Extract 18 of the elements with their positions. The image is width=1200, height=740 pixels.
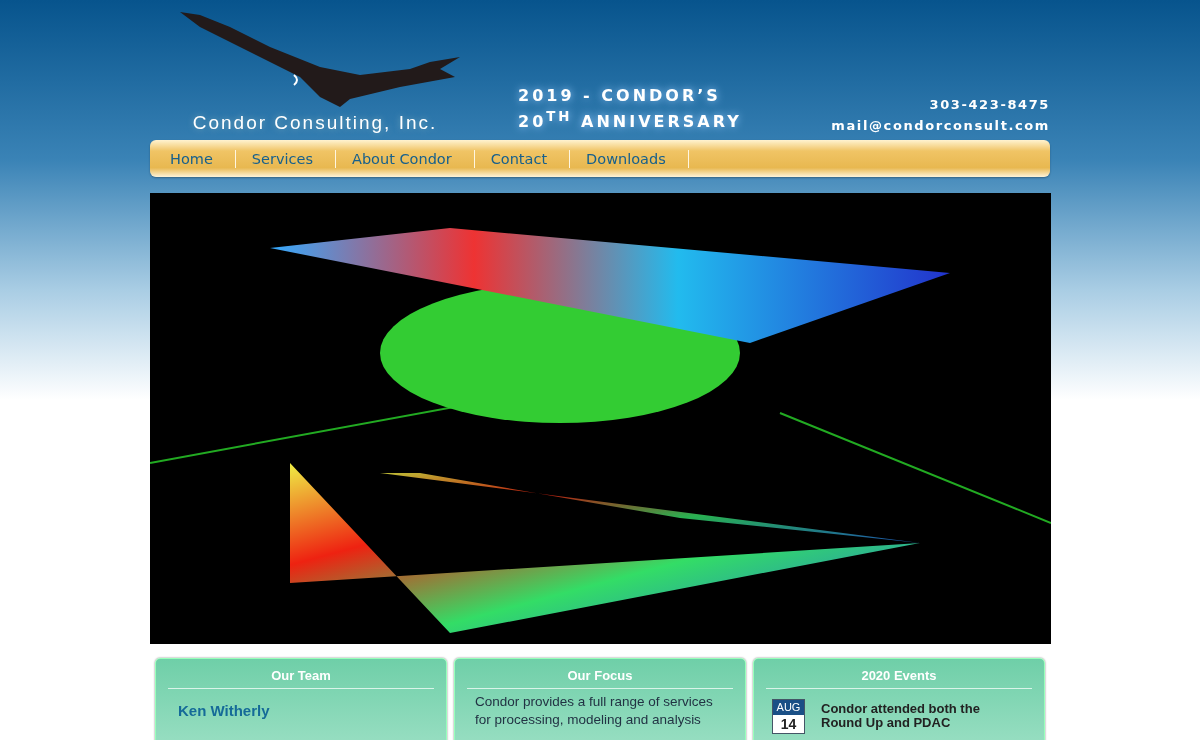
- phone-number: 303-423-8475: [929, 96, 1050, 114]
- event-month: AUG: [773, 700, 804, 715]
- team-member-name[interactable]: Ken Witherly: [168, 689, 434, 719]
- nav-link[interactable]: Contact: [474, 149, 571, 168]
- nav-link[interactable]: Home: [154, 149, 236, 168]
- anniversary-text: 2019 - CONDOR’S: [518, 84, 722, 106]
- anniversary-text: 20$^{TH}$ ANNIVERSARY: [518, 107, 743, 132]
- nav-link[interactable]: Services: [235, 149, 336, 168]
- card-text: Condor provides a full range of services for processing, modeling and analysis: [474, 693, 714, 729]
- company-name: Condor Consulting, Inc.: [192, 112, 438, 134]
- email-link[interactable]: mail@condorconsult.com: [831, 115, 1050, 136]
- nav-link[interactable]: Downloads: [570, 149, 689, 168]
- event-text: Condor attended both the Round Up and PDAC: [821, 700, 981, 732]
- event-day: 14: [773, 715, 804, 733]
- card-title: 2020 Events: [766, 659, 1032, 689]
- card-title: Our Team: [168, 659, 434, 689]
- nav-link[interactable]: About Condor: [336, 149, 475, 168]
- card-title: Our Focus: [467, 659, 733, 689]
